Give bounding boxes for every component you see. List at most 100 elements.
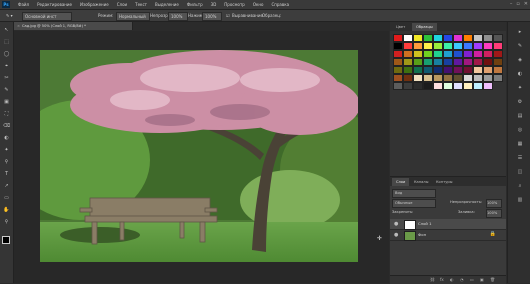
color-swatch[interactable] — [393, 66, 403, 74]
fill-field[interactable]: 100% — [486, 209, 502, 218]
color-swatch[interactable] — [443, 58, 453, 66]
color-swatch[interactable] — [423, 66, 433, 74]
color-swatch[interactable] — [393, 34, 403, 42]
color-swatch[interactable] — [493, 58, 503, 66]
dock-panel-icon[interactable]: ⚙ — [516, 98, 524, 106]
color-swatch[interactable] — [453, 66, 463, 74]
color-swatch[interactable] — [423, 82, 433, 90]
layer-row[interactable]: ● Слой 1 — [390, 219, 506, 230]
color-swatch[interactable] — [453, 34, 463, 42]
color-swatch[interactable] — [403, 66, 413, 74]
color-swatch[interactable] — [463, 82, 473, 90]
color-swatch[interactable] — [463, 50, 473, 58]
color-swatch[interactable] — [483, 74, 493, 82]
aligned-checkbox[interactable]: ☑ — [226, 12, 230, 19]
visibility-eye-icon[interactable]: ● — [394, 221, 398, 227]
tool-icon[interactable]: ⚲ — [2, 218, 11, 226]
dock-panel-icon[interactable]: ⌕ — [516, 182, 524, 190]
color-swatch[interactable] — [423, 34, 433, 42]
tab-swatches[interactable]: Образцы — [412, 23, 437, 31]
color-swatch[interactable] — [403, 74, 413, 82]
tool-icon[interactable]: ⌖ — [2, 62, 11, 70]
color-swatch[interactable] — [403, 34, 413, 42]
tool-icon[interactable]: ✂ — [2, 74, 11, 82]
color-swatch[interactable] — [393, 74, 403, 82]
color-swatch[interactable] — [473, 50, 483, 58]
color-swatch[interactable] — [463, 74, 473, 82]
brush-tool-icon[interactable]: ✎ ▾ — [6, 12, 13, 19]
menu-item[interactable]: Справка — [267, 0, 293, 9]
color-swatch[interactable] — [493, 34, 503, 42]
color-swatch[interactable] — [423, 58, 433, 66]
color-swatch[interactable] — [493, 42, 503, 50]
color-swatch[interactable] — [413, 34, 423, 42]
tab-channels[interactable]: Каналы — [410, 178, 432, 186]
color-swatch[interactable] — [463, 42, 473, 50]
menu-item[interactable]: Текст — [131, 0, 151, 9]
color-swatch[interactable] — [493, 66, 503, 74]
color-swatch[interactable] — [413, 74, 423, 82]
color-swatch[interactable] — [473, 34, 483, 42]
color-swatch[interactable] — [483, 66, 493, 74]
color-swatch[interactable] — [473, 42, 483, 50]
tab-color[interactable]: Цвет — [392, 23, 409, 31]
menu-item[interactable]: Изображение — [76, 0, 113, 9]
layers-footer-icon[interactable]: ⛓ — [430, 277, 435, 282]
tool-icon[interactable]: ▣ — [2, 98, 11, 106]
document-image[interactable] — [40, 50, 358, 262]
color-swatch[interactable] — [423, 42, 433, 50]
dock-panel-icon[interactable]: ▥ — [516, 196, 524, 204]
color-swatch[interactable] — [413, 50, 423, 58]
color-swatch[interactable] — [493, 50, 503, 58]
document-tab[interactable]: × Сад.jpg @ 50% (Слой 1, RGB/8#) * — [14, 22, 133, 30]
tool-icon[interactable]: ↗ — [2, 182, 11, 190]
color-swatch[interactable] — [483, 82, 493, 90]
color-swatch[interactable] — [393, 42, 403, 50]
color-swatch[interactable] — [433, 34, 443, 42]
tool-icon[interactable]: ⬚ — [2, 38, 11, 46]
color-swatch[interactable] — [403, 42, 413, 50]
foreground-color-swatch[interactable] — [2, 236, 10, 244]
color-swatch[interactable] — [473, 82, 483, 90]
color-swatch[interactable] — [423, 74, 433, 82]
layers-footer-icon[interactable]: ▣ — [480, 277, 484, 282]
close-icon[interactable]: ✕ — [524, 0, 528, 9]
layers-footer-icon[interactable]: 🗑 — [490, 277, 495, 282]
mode-select[interactable]: Основной инст — [22, 12, 72, 21]
color-swatch[interactable] — [443, 50, 453, 58]
layers-footer-icon[interactable]: ◐ — [450, 277, 454, 282]
color-swatch[interactable] — [433, 74, 443, 82]
menu-item[interactable]: Просмотр — [220, 0, 249, 9]
color-swatch[interactable] — [473, 66, 483, 74]
menu-item[interactable]: Редактирование — [33, 0, 76, 9]
dock-panel-icon[interactable]: ▸ — [516, 28, 524, 36]
color-swatch[interactable] — [463, 34, 473, 42]
color-swatch[interactable] — [473, 74, 483, 82]
color-swatch[interactable] — [483, 34, 493, 42]
color-swatch[interactable] — [493, 74, 503, 82]
menu-item[interactable]: 3D — [207, 0, 221, 9]
dock-panel-icon[interactable]: ☰ — [516, 154, 524, 162]
menu-item[interactable]: Слои — [113, 0, 131, 9]
layer-blend-select[interactable]: Обычные — [392, 199, 436, 208]
color-swatch[interactable] — [443, 82, 453, 90]
layers-footer-icon[interactable]: fx — [440, 277, 444, 282]
menu-item[interactable]: Окно — [249, 0, 268, 9]
dock-panel-icon[interactable]: ◫ — [516, 168, 524, 176]
dock-panel-icon[interactable]: ◐ — [516, 70, 524, 78]
color-swatch[interactable] — [483, 58, 493, 66]
dock-panel-icon[interactable]: ◎ — [516, 126, 524, 134]
color-swatch[interactable] — [453, 74, 463, 82]
layer-opacity-field[interactable]: 100% — [486, 199, 502, 208]
color-swatch[interactable] — [463, 66, 473, 74]
color-swatch[interactable] — [453, 42, 463, 50]
color-swatch[interactable] — [443, 74, 453, 82]
layer-filter-select[interactable]: Вид — [392, 189, 436, 198]
layers-footer-icon[interactable]: ◔ — [460, 277, 464, 282]
flow-field[interactable]: 100% — [202, 12, 222, 21]
dock-panel-icon[interactable]: ✦ — [516, 84, 524, 92]
restore-icon[interactable]: ▫ — [516, 0, 519, 9]
color-swatch[interactable] — [453, 82, 463, 90]
tool-icon[interactable]: T — [2, 170, 11, 178]
color-swatch[interactable] — [403, 50, 413, 58]
